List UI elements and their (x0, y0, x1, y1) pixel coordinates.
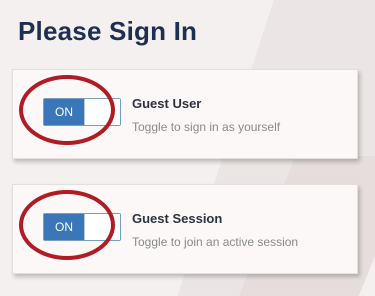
page-title: Please Sign In (18, 16, 198, 46)
guest-user-card: ON Guest User Toggle to sign in as yours… (12, 69, 358, 159)
guest-user-toggle[interactable]: ON (43, 98, 121, 126)
guest-session-toggle[interactable]: ON (43, 213, 121, 241)
guest-user-title: Guest User (132, 96, 202, 111)
guest-user-description: Toggle to sign in as yourself (132, 120, 281, 134)
toggle-knob (84, 99, 120, 125)
toggle-knob (84, 214, 120, 240)
guest-session-title: Guest Session (132, 211, 223, 226)
toggle-on-label: ON (44, 99, 84, 125)
toggle-on-label: ON (44, 214, 84, 240)
guest-session-card: ON Guest Session Toggle to join an activ… (12, 184, 358, 274)
guest-session-description: Toggle to join an active session (132, 235, 299, 249)
